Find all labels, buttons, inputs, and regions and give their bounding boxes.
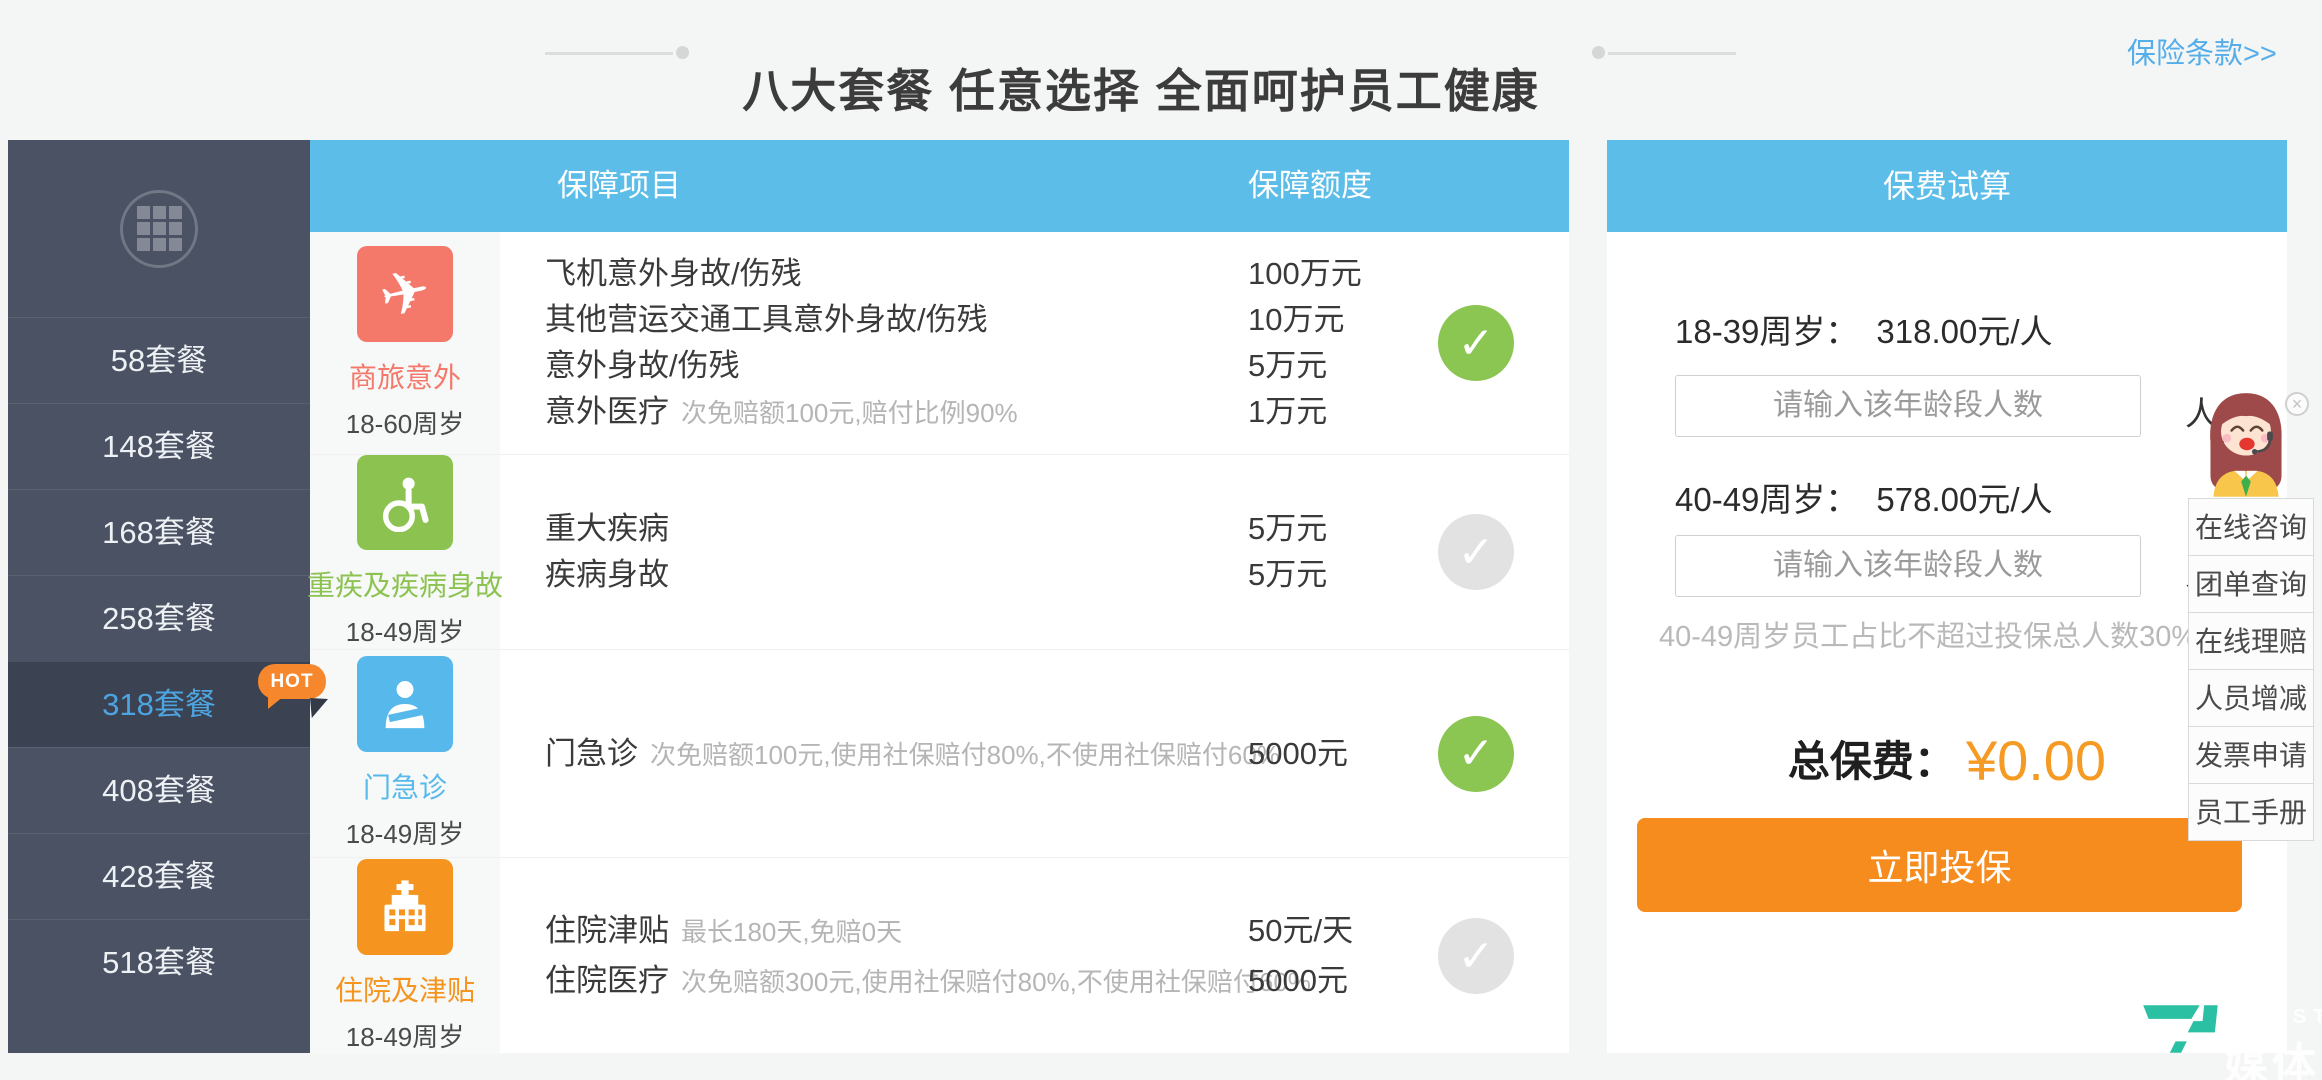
benefit-line: 重大疾病 5万元 <box>500 506 1569 552</box>
benefit-line: 住院医疗次免赔额300元,使用社保赔付80%,不使用社保赔付60% 5000元 <box>500 956 1569 1006</box>
insure-now-button[interactable]: 立即投保 <box>1637 818 2242 912</box>
category-cell: ✈ 商旅意外 18-60周岁 <box>310 232 500 454</box>
category-label: 门急诊 <box>363 766 447 806</box>
benefit-line: 意外医疗次免赔额100元,赔付比例90% 1万元 <box>500 389 1569 435</box>
benefit-line: 飞机意外身故/伤残 100万元 <box>500 251 1569 297</box>
package-sidebar: 58套餐 148套餐 168套餐 258套餐 318套餐 408套餐 428套餐… <box>8 140 310 1053</box>
check-icon-selected[interactable]: ✓ <box>1438 305 1514 381</box>
premium-calculator-panel: 保费试算 18-39周岁：318.00元/人 人 40-49周岁：578.00元… <box>1607 140 2287 1053</box>
benefit-amount: 50元/天 <box>1248 906 1353 956</box>
headcount-input-18-39[interactable] <box>1675 375 2141 437</box>
benefits-table: 保障项目 保障额度 ✈ 商旅意外 18-60周岁 飞机意外身故/伤残 100万元… <box>310 140 1569 1053</box>
col-header-item: 保障项目 <box>557 140 681 232</box>
title-decor-dot-left <box>676 46 689 59</box>
benefit-line: 意外身故/伤残 5万元 <box>500 343 1569 389</box>
hot-badge: HOT <box>258 664 326 699</box>
benefit-amount: 100万元 <box>1248 251 1362 297</box>
check-icon-selected[interactable]: ✓ <box>1438 716 1514 792</box>
category-cell: 门急诊 18-49周岁 <box>310 650 500 857</box>
table-row-critical-illness: 重疾及疾病身故 18-49周岁 重大疾病 5万元 疾病身故 5万元 ✓ <box>310 455 1569 650</box>
category-cell: 住院及津贴 18-49周岁 <box>310 858 500 1054</box>
grid-icon <box>120 190 198 268</box>
title-decor-dot-right <box>1592 46 1605 59</box>
menu-invoice-request[interactable]: 发票申请 <box>2188 726 2314 784</box>
benefit-line: 门急诊次免赔额100元,使用社保赔付80%,不使用社保赔付60% 5000元 <box>500 731 1569 777</box>
table-row-travel-accident: ✈ 商旅意外 18-60周岁 飞机意外身故/伤残 100万元 其他营运交通工具意… <box>310 232 1569 455</box>
benefit-line: 疾病身故 5万元 <box>500 552 1569 598</box>
title-decor-line-left <box>545 52 673 55</box>
age-range: 18-60周岁 <box>346 404 465 441</box>
sidebar-item-428[interactable]: 428套餐 <box>8 833 310 919</box>
benefit-amount: 5万元 <box>1248 552 1327 598</box>
age-range: 18-49周岁 <box>346 1017 465 1054</box>
hospital-icon <box>357 859 453 955</box>
age-group-1-price: 18-39周岁：318.00元/人 <box>1675 305 2053 353</box>
sidebar-item-518[interactable]: 518套餐 <box>8 919 310 1005</box>
age-range: 18-49周岁 <box>346 814 465 851</box>
employee-insurance-page: 八大套餐 任意选择 全面呵护员工健康 保险条款>> 58套餐 148套餐 168… <box>0 0 2322 1080</box>
benefit-line: 住院津贴最长180天,免赔0天 50元/天 <box>500 906 1569 956</box>
menu-online-claim[interactable]: 在线理赔 <box>2188 612 2314 670</box>
sidebar-item-148[interactable]: 148套餐 <box>8 403 310 489</box>
headcount-input-40-49[interactable] <box>1675 535 2141 597</box>
menu-group-policy-query[interactable]: 团单查询 <box>2188 555 2314 613</box>
category-label: 商旅意外 <box>349 356 461 396</box>
table-row-outpatient: 门急诊 18-49周岁 门急诊次免赔额100元,使用社保赔付80%,不使用社保赔… <box>310 650 1569 858</box>
wheelchair-icon <box>357 455 453 550</box>
service-menu: 在线咨询 团单查询 在线理赔 人员增减 发票申请 员工手册 <box>2188 498 2314 841</box>
menu-staff-change[interactable]: 人员增减 <box>2188 669 2314 727</box>
age-range: 18-49周岁 <box>346 612 465 649</box>
sidebar-item-408[interactable]: 408套餐 <box>8 747 310 833</box>
ratio-note: 40-49周岁员工占比不超过投保总人数30% <box>1659 613 2197 655</box>
hot-badge-label: HOT <box>258 664 326 699</box>
check-icon-unselected[interactable]: ✓ <box>1438 918 1514 994</box>
menu-employee-handbook[interactable]: 员工手册 <box>2188 783 2314 841</box>
check-icon-unselected[interactable]: ✓ <box>1438 514 1514 590</box>
benefits-table-header: 保障项目 保障额度 <box>310 140 1569 232</box>
benefit-amount: 5000元 <box>1248 731 1348 777</box>
calculator-header: 保费试算 <box>1607 140 2287 232</box>
benefit-amount: 5万元 <box>1248 343 1327 389</box>
benefit-amount: 10万元 <box>1248 297 1344 343</box>
title-decor-line-right <box>1608 52 1736 55</box>
plane-icon: ✈ <box>357 246 453 342</box>
sidebar-header <box>8 140 310 317</box>
col-header-amount: 保障额度 <box>1248 140 1372 232</box>
page-title: 八大套餐 任意选择 全面呵护员工健康 <box>742 55 1540 121</box>
total-premium-value: ¥0.00 <box>1966 729 2106 792</box>
doctor-icon <box>357 656 453 752</box>
benefit-amount: 1万元 <box>1248 389 1327 435</box>
sidebar-item-58[interactable]: 58套餐 <box>8 317 310 403</box>
table-row-hospitalization: 住院及津贴 18-49周岁 住院津贴最长180天,免赔0天 50元/天 住院医疗… <box>310 858 1569 1054</box>
benefit-amount: 5万元 <box>1248 506 1327 552</box>
sidebar-item-168[interactable]: 168套餐 <box>8 489 310 575</box>
sidebar-item-258[interactable]: 258套餐 <box>8 575 310 661</box>
age-group-2-price: 40-49周岁：578.00元/人 <box>1675 473 2053 521</box>
customer-service-avatar <box>2198 390 2294 498</box>
menu-online-consult[interactable]: 在线咨询 <box>2188 498 2314 556</box>
category-cell: 重疾及疾病身故 18-49周岁 <box>310 455 500 649</box>
category-label: 重疾及疾病身故 <box>307 564 503 604</box>
benefit-line: 其他营运交通工具意外身故/伤残 10万元 <box>500 297 1569 343</box>
total-premium: 总保费：¥0.00 <box>1607 728 2287 793</box>
benefit-amount: 5000元 <box>1248 956 1348 1006</box>
insurance-terms-link[interactable]: 保险条款>> <box>2127 30 2277 72</box>
category-label: 住院及津贴 <box>335 969 475 1009</box>
